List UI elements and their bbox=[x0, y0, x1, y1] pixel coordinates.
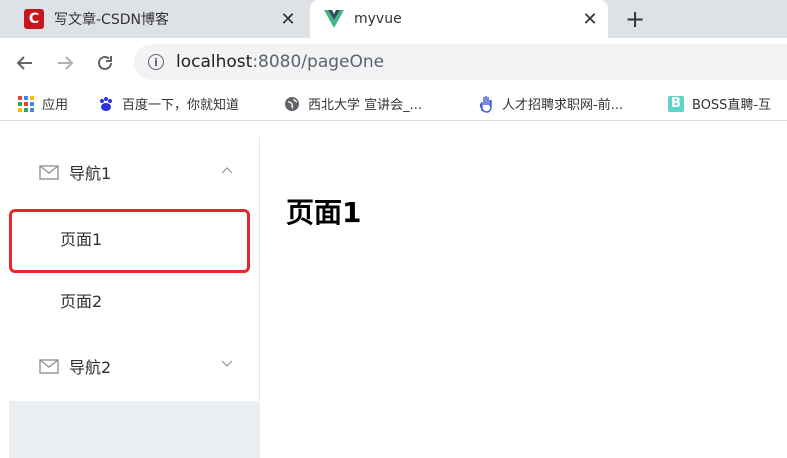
boss-icon: B bbox=[668, 95, 684, 112]
mail-icon bbox=[39, 358, 59, 374]
mail-icon bbox=[39, 164, 59, 180]
url-text: localhost:8080/pageOne bbox=[176, 52, 384, 72]
globe-icon bbox=[284, 96, 300, 112]
tab-title: 写文章-CSDN博客 bbox=[54, 12, 169, 28]
chevron-up-icon bbox=[221, 167, 233, 174]
browser-toolbar: i localhost:8080/pageOne bbox=[0, 38, 787, 86]
csdn-icon: C bbox=[24, 9, 44, 29]
menu-item-page1[interactable]: 页面1 bbox=[9, 207, 259, 269]
bookmark-apps[interactable]: 应用 bbox=[18, 94, 68, 113]
tab-title: myvue bbox=[354, 11, 402, 27]
page-content: 导航1 页面1 页面2 导航2 页面1 bbox=[0, 127, 787, 458]
submenu-label: 导航1 bbox=[69, 164, 112, 183]
menu-item-label: 页面1 bbox=[60, 230, 103, 249]
menu-item-label: 页面2 bbox=[60, 292, 103, 311]
back-button[interactable] bbox=[12, 50, 38, 76]
bookmark-boss[interactable]: B BOSS直聘-互 bbox=[668, 94, 771, 113]
submenu-nav1[interactable]: 导航1 bbox=[9, 137, 259, 207]
submenu-label: 导航2 bbox=[69, 358, 112, 377]
bookmark-nwu[interactable]: 西北大学 宣讲会_... bbox=[284, 94, 422, 113]
baidu-paw-icon bbox=[98, 96, 114, 112]
submenu-nav2[interactable]: 导航2 bbox=[9, 331, 259, 401]
address-bar[interactable]: i localhost:8080/pageOne bbox=[134, 44, 787, 80]
tab-strip: C 写文章-CSDN博客 ✕ myvue ✕ + bbox=[0, 0, 787, 38]
close-icon[interactable]: ✕ bbox=[276, 9, 300, 30]
back-arrow-icon bbox=[16, 56, 32, 70]
bookmark-jobs[interactable]: 人才招聘求职网-前... bbox=[478, 94, 623, 113]
bookmark-label: 百度一下，你就知道 bbox=[122, 98, 240, 113]
vue-icon bbox=[324, 10, 344, 28]
url-path: :8080/pageOne bbox=[252, 52, 385, 72]
bookmark-label: 人才招聘求职网-前... bbox=[502, 98, 624, 113]
forward-button[interactable] bbox=[52, 50, 78, 76]
nav-menu: 导航1 页面1 页面2 导航2 bbox=[9, 137, 260, 401]
info-icon[interactable]: i bbox=[148, 54, 164, 70]
tab-csdn[interactable]: C 写文章-CSDN博客 ✕ bbox=[14, 0, 306, 38]
forward-arrow-icon bbox=[58, 56, 74, 70]
url-host: localhost bbox=[176, 52, 253, 72]
close-icon[interactable]: ✕ bbox=[578, 9, 602, 30]
bookmark-label: 西北大学 宣讲会_... bbox=[308, 98, 423, 113]
chevron-down-icon bbox=[221, 360, 233, 367]
bookmark-label: BOSS直聘-互 bbox=[692, 98, 772, 113]
sidebar: 导航1 页面1 页面2 导航2 bbox=[9, 137, 260, 458]
reload-icon bbox=[98, 55, 112, 70]
reload-button[interactable] bbox=[92, 50, 118, 76]
bookmark-baidu[interactable]: 百度一下，你就知道 bbox=[98, 94, 239, 113]
hand-icon bbox=[478, 95, 494, 113]
bookmark-label: 应用 bbox=[42, 98, 69, 113]
apps-grid-icon bbox=[18, 95, 34, 112]
new-tab-button[interactable]: + bbox=[620, 4, 650, 34]
menu-item-page2[interactable]: 页面2 bbox=[9, 269, 259, 331]
tab-myvue[interactable]: myvue ✕ bbox=[310, 0, 608, 38]
page-title: 页面1 bbox=[286, 196, 362, 229]
bookmarks-bar: 应用 百度一下，你就知道 西北大学 宣讲会_... 人才招聘求职网-前... B… bbox=[0, 86, 787, 121]
